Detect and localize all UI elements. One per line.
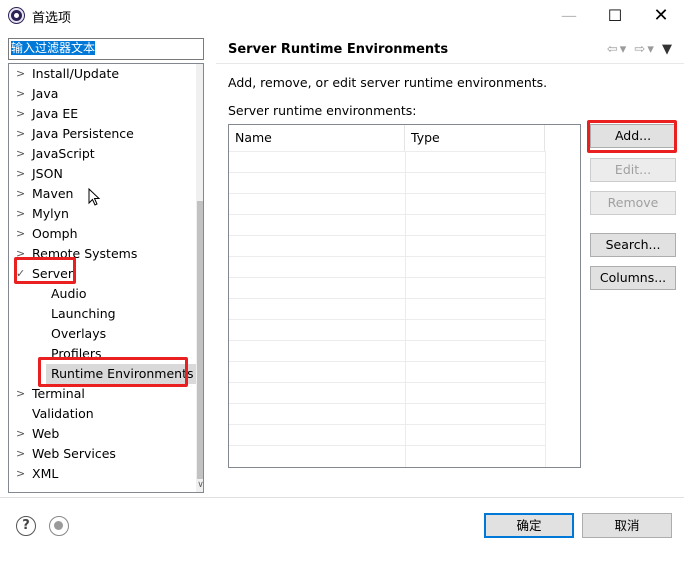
environments-table[interactable]: Name Type [228, 124, 581, 468]
forward-menu-icon[interactable]: ▾ [647, 42, 656, 57]
chevron-right-icon[interactable]: > [16, 104, 26, 124]
preference-page: Server Runtime Environments ⇦▾ ⇨▾ ▼ Add,… [216, 30, 684, 496]
title-bar: 首选项 — ☐ ✕ [0, 0, 684, 30]
record-icon[interactable] [49, 516, 69, 536]
column-header-name[interactable]: Name [229, 125, 405, 151]
chevron-right-icon[interactable]: > [16, 424, 26, 444]
minimize-icon[interactable]: — [546, 0, 592, 30]
mouse-cursor-icon [88, 188, 101, 206]
columns-button[interactable]: Columns... [590, 266, 676, 290]
help-icon[interactable]: ? [16, 516, 36, 536]
ok-button[interactable]: 确定 [484, 513, 574, 538]
maximize-icon[interactable]: ☐ [592, 0, 638, 30]
chevron-right-icon[interactable]: > [16, 64, 26, 84]
back-icon[interactable]: ⇦ [607, 42, 620, 57]
highlight-server [14, 257, 76, 284]
window-title: 首选项 [32, 11, 72, 26]
chevron-right-icon[interactable]: > [16, 164, 26, 184]
chevron-right-icon[interactable]: > [16, 204, 26, 224]
edit-button[interactable]: Edit... [590, 158, 676, 182]
chevron-right-icon[interactable]: > [16, 184, 26, 204]
page-description: Add, remove, or edit server runtime envi… [228, 75, 548, 90]
filter-input-text: 输入过滤器文本 [11, 41, 96, 55]
chevron-right-icon[interactable]: > [16, 444, 26, 464]
highlight-add-button [587, 120, 677, 153]
eclipse-icon [9, 8, 24, 23]
close-icon[interactable]: ✕ [638, 0, 684, 30]
chevron-right-icon[interactable]: > [16, 384, 26, 404]
tree-scrollbar[interactable]: ∨ [196, 64, 203, 492]
chevron-right-icon[interactable]: > [16, 464, 26, 484]
column-header-type[interactable]: Type [405, 125, 545, 151]
chevron-right-icon[interactable]: > [16, 144, 26, 164]
forward-icon[interactable]: ⇨ [634, 42, 647, 57]
cancel-button[interactable]: 取消 [582, 513, 672, 538]
view-menu-icon[interactable]: ▼ [662, 42, 674, 57]
page-title: Server Runtime Environments [228, 42, 449, 57]
filter-input[interactable]: 输入过滤器文本 [8, 38, 204, 60]
tree-scrollbar-thumb[interactable] [197, 201, 203, 479]
dialog-button-bar: ? 确定 取消 [0, 497, 684, 562]
chevron-right-icon[interactable]: > [16, 84, 26, 104]
page-navigation: ⇦▾ ⇨▾ ▼ [607, 42, 674, 57]
highlight-runtime-environments [38, 357, 188, 387]
chevron-right-icon[interactable]: > [16, 124, 26, 144]
remove-button[interactable]: Remove [590, 191, 676, 215]
environments-label: Server runtime environments: [228, 103, 417, 118]
chevron-right-icon[interactable]: > [16, 224, 26, 244]
back-menu-icon[interactable]: ▾ [620, 42, 629, 57]
scroll-down-icon[interactable]: ∨ [196, 480, 203, 490]
search-button[interactable]: Search... [590, 233, 676, 257]
page-header: Server Runtime Environments ⇦▾ ⇨▾ ▼ [216, 36, 684, 64]
